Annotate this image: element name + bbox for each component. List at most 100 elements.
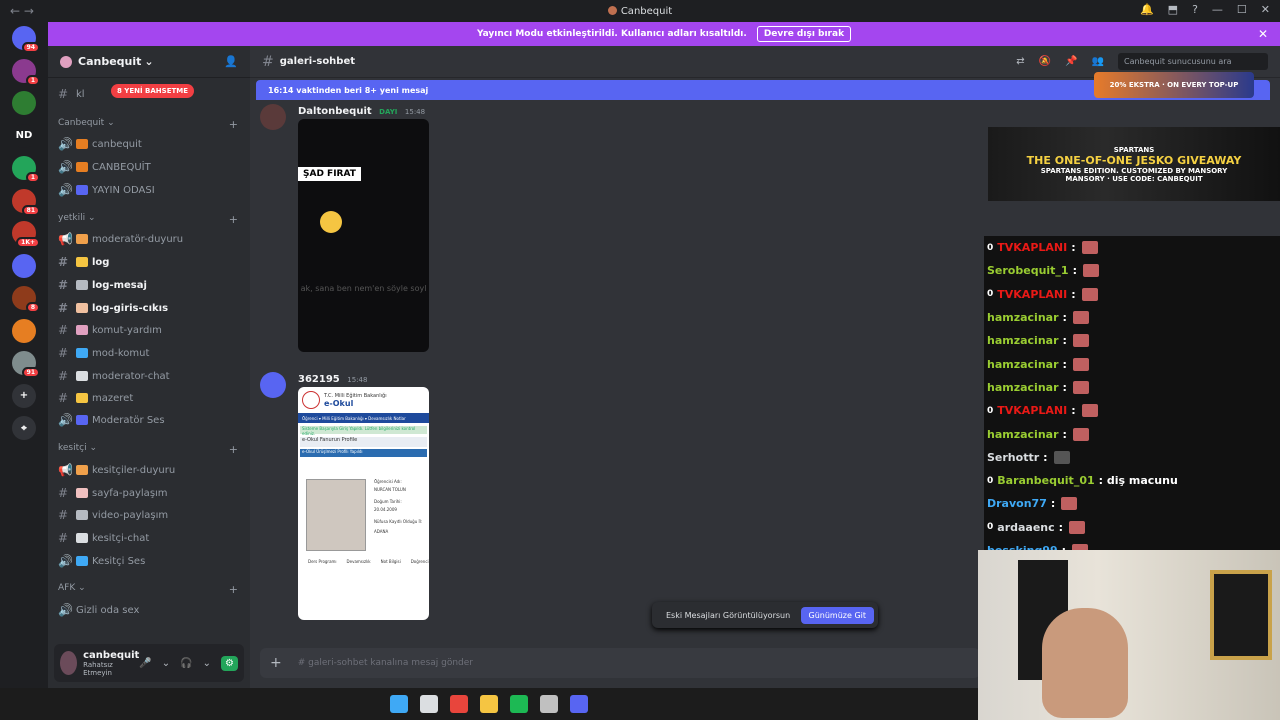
channel-item[interactable]: 🔊 Kesitçi Ses (58, 551, 244, 571)
channel-category[interactable]: Canbequit ⌄ + (58, 118, 238, 131)
user-badge-icon: 0 (987, 242, 994, 253)
disable-button[interactable]: Devre dışı bırak (756, 26, 852, 42)
channel-name: Kesitçi Ses (92, 555, 146, 567)
server-header[interactable]: Canbequit ⌄ 👤 (48, 46, 250, 78)
doc-field-value: ADANA (374, 529, 389, 534)
banner-close-icon[interactable]: ✕ (1258, 27, 1268, 41)
doc-nav: Öğrenci ▾ Milli Eğitim Bakanlığı ▾ Devam… (298, 413, 429, 423)
add-user-icon[interactable]: 👤 (224, 55, 238, 68)
chat-username: ardaaenc (997, 520, 1055, 534)
channel-item[interactable]: 📢 moderatör-duyuru (58, 229, 244, 249)
members-icon[interactable]: 👥 (1092, 56, 1104, 67)
hash-icon: # (58, 391, 69, 405)
server-icon[interactable]: 1 (12, 156, 40, 183)
channel-item[interactable]: # log-giris-cıkıs (58, 298, 244, 318)
server-icon[interactable]: 94 (12, 26, 40, 53)
channel-item[interactable]: 🔊 Moderatör Ses (58, 410, 244, 430)
composer-placeholder: # galeri-sohbet kanalına mesaj gönder (297, 658, 474, 668)
channel-item[interactable]: 🔊 canbequit (58, 134, 244, 154)
banner-text: Yayıncı Modu etkinleştirildi. Kullanıcı … (476, 29, 747, 39)
minimize-icon[interactable]: — (1212, 3, 1223, 16)
steam-icon[interactable] (540, 695, 558, 713)
server-icon[interactable]: ND (12, 123, 36, 148)
channel-item[interactable]: 📢 kesitçiler-duyuru (58, 460, 244, 480)
channel-item[interactable]: # sayfa-paylaşım (58, 483, 244, 503)
chat-text: : diş macunu (1098, 474, 1178, 488)
emote-icon (1072, 427, 1089, 441)
server-icon[interactable]: 1 (12, 58, 40, 86)
spotify-icon[interactable] (510, 695, 528, 713)
avatar[interactable] (260, 104, 286, 130)
channel-item[interactable]: 🔊 YAYIN ODASI (58, 180, 244, 200)
chrome-icon[interactable] (450, 695, 468, 713)
server-icon[interactable]: 1K+ (12, 221, 40, 248)
channel-item[interactable]: 🔊 CANBEQUİT (58, 157, 244, 177)
mute-icon[interactable]: 🔕 (1039, 56, 1051, 67)
add-channel-icon[interactable]: + (229, 118, 238, 131)
channel-category[interactable]: kesitçi ⌄ + (58, 443, 238, 456)
message-author[interactable]: Daltonbequit (298, 106, 372, 117)
chevron-down-icon[interactable]: ⌄ (162, 658, 170, 669)
channel-emoji-icon (76, 488, 88, 498)
channel-item[interactable]: # log-mesaj (58, 275, 244, 295)
emote-icon (1081, 241, 1098, 255)
channel-item[interactable]: # kesitçi-chat (58, 528, 244, 548)
server-icon[interactable]: ⌖ (12, 416, 36, 440)
channel-category[interactable]: AFK ⌄ + (58, 583, 238, 596)
windows-start-icon[interactable] (390, 695, 408, 713)
server-icon[interactable]: 81 (12, 188, 40, 216)
headphones-icon[interactable]: 🎧 (180, 658, 192, 669)
channel-name: komut-yardım (92, 324, 162, 336)
framed-jersey (1210, 570, 1272, 660)
server-icon[interactable] (12, 253, 36, 278)
help-icon[interactable]: ? (1192, 3, 1198, 16)
jump-to-present-button[interactable]: Günümüze Git (800, 606, 874, 624)
inbox-icon[interactable]: 🔔 (1140, 3, 1154, 16)
file-explorer-icon[interactable] (480, 695, 498, 713)
discord-avatar-icon[interactable] (260, 372, 286, 398)
server-icon[interactable] (12, 318, 36, 343)
new-mentions-pill[interactable]: 8 YENİ BAHSETME (111, 84, 195, 98)
channel-category[interactable]: yetkili ⌄ + (58, 213, 238, 226)
video-attachment[interactable]: ŞAD FIRAT ak, sana ben nem'en söyle soyl (298, 119, 429, 352)
server-icon[interactable] (12, 91, 36, 115)
discord-icon[interactable] (570, 695, 588, 713)
image-attachment[interactable]: T.C. Milli Eğitim Bakanlığı e-Okul Öğrenc… (298, 387, 429, 620)
channel-item[interactable]: # video-paylaşım (58, 505, 244, 525)
chat-text: : (1050, 497, 1056, 511)
ad-headline: THE ONE-OF-ONE JESKO GIVEAWAY (1026, 153, 1242, 167)
stream-chat-overlay: 0 TVKAPLANI: Serobequit_1:0 TVKAPLANI: hamza… (984, 236, 1280, 552)
channel-item[interactable]: # mazeret (58, 388, 244, 408)
message-author[interactable]: 362195 (298, 374, 340, 385)
server-icon[interactable]: + (12, 383, 36, 408)
message-input[interactable]: + # galeri-sohbet kanalına mesaj gönder (260, 648, 980, 678)
threads-icon[interactable]: ⇄ (1016, 56, 1024, 67)
chat-text: : (1062, 357, 1067, 371)
channel-emoji-icon (76, 303, 88, 313)
gear-icon[interactable]: ⚙ (221, 655, 238, 671)
hash-icon: # (58, 369, 69, 383)
avatar[interactable] (60, 651, 78, 675)
microphone-icon[interactable]: 🎤 (139, 658, 151, 669)
search-input[interactable]: Canbequit sunucusunu ara (1118, 53, 1268, 70)
maximize-icon[interactable]: ☐ (1237, 3, 1247, 16)
channel-item[interactable]: # log (58, 252, 244, 272)
attach-plus-icon[interactable]: + (270, 655, 282, 671)
add-channel-icon[interactable]: + (229, 443, 238, 456)
channel-item[interactable]: # moderator-chat (58, 366, 244, 386)
window-controls[interactable]: 🔔 ⬒ ? — ☐ ✕ (1140, 3, 1270, 16)
speaker-icon: 🔊 (58, 160, 73, 174)
add-channel-icon[interactable]: + (229, 583, 238, 596)
chat-line: hamzacinar: (984, 329, 1280, 352)
add-channel-icon[interactable]: + (229, 213, 238, 226)
chevron-down-icon[interactable]: ⌄ (203, 658, 211, 669)
channel-item[interactable]: # mod-komut (58, 343, 244, 363)
channel-item[interactable]: # komut-yardım (58, 320, 244, 340)
server-icon[interactable]: 8 (12, 286, 40, 313)
pin-icon[interactable]: 📌 (1065, 56, 1077, 67)
close-icon[interactable]: ✕ (1261, 3, 1270, 16)
server-icon[interactable]: 91 (12, 351, 40, 378)
screen-icon[interactable]: ⬒ (1168, 3, 1178, 16)
search-icon[interactable] (420, 695, 438, 713)
channel-item[interactable]: 🔊 Gizli oda sex (58, 600, 244, 620)
